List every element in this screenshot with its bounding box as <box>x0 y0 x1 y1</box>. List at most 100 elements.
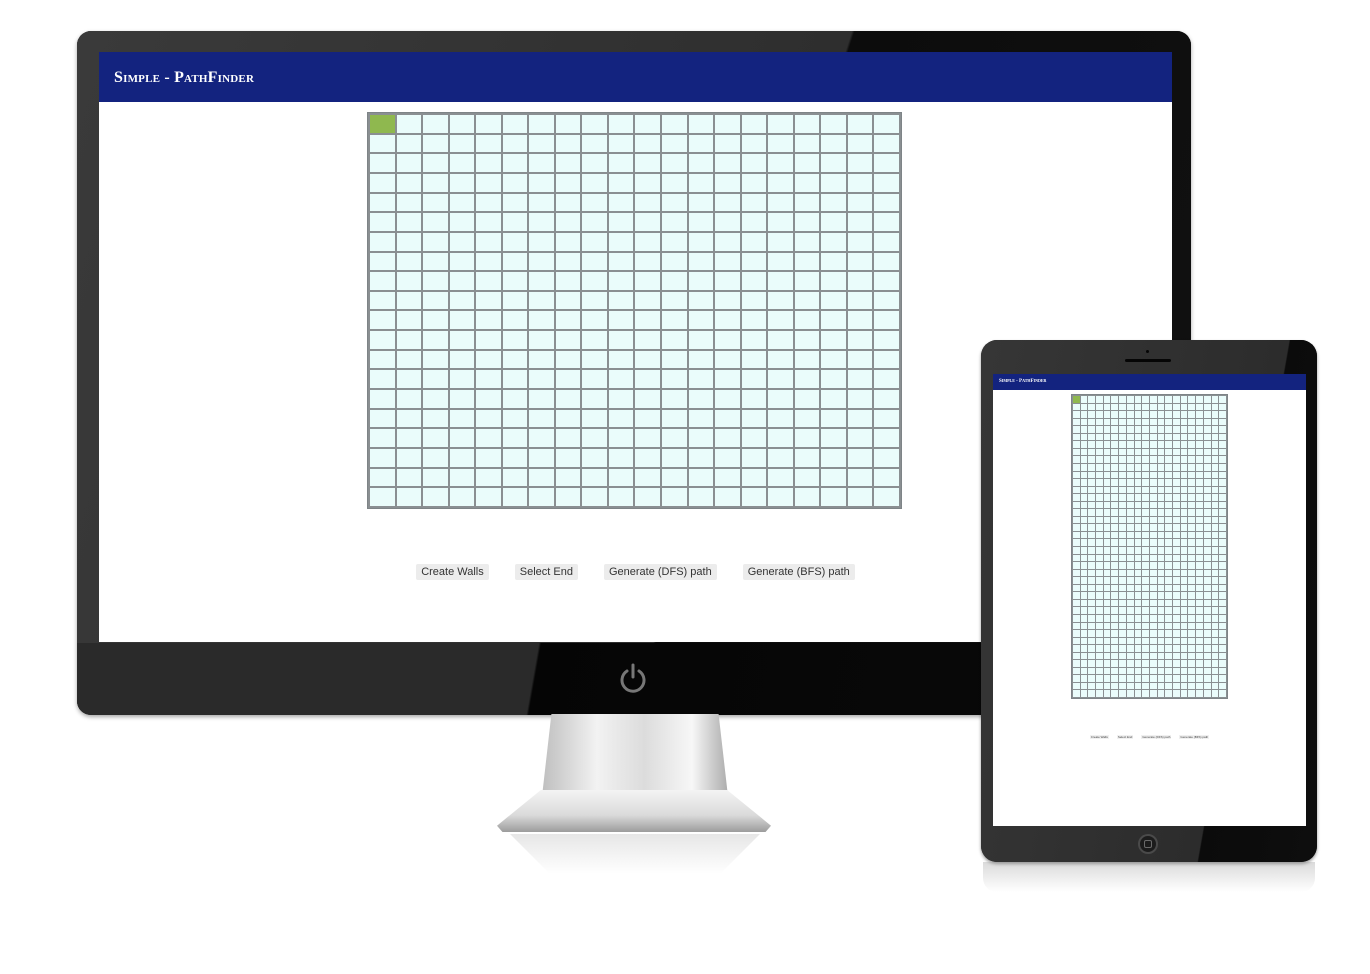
grid-cell[interactable] <box>768 331 793 349</box>
tablet-grid-cell[interactable] <box>1134 614 1142 622</box>
grid-cell[interactable] <box>874 331 899 349</box>
tablet-grid-cell[interactable] <box>1196 690 1203 697</box>
grid-cell[interactable] <box>821 449 846 467</box>
tablet-grid-cell[interactable] <box>1157 667 1165 675</box>
grid-cell[interactable] <box>741 252 767 271</box>
tablet-grid-cell[interactable] <box>1211 411 1219 418</box>
tablet-grid-cell[interactable] <box>1219 675 1226 682</box>
tablet-grid-cell[interactable] <box>1211 396 1219 403</box>
tablet-grid-cell[interactable] <box>1211 486 1219 494</box>
grid-cell[interactable] <box>715 350 740 369</box>
grid-cell[interactable] <box>449 252 475 271</box>
tablet-grid-cell[interactable] <box>1096 448 1103 456</box>
tablet-grid-cell[interactable] <box>1203 660 1211 667</box>
grid-cell[interactable] <box>847 488 873 506</box>
tablet-grid-cell[interactable] <box>1188 637 1196 645</box>
grid-cell[interactable] <box>396 409 422 428</box>
tablet-grid-cell[interactable] <box>1211 516 1219 524</box>
grid-cell[interactable] <box>688 272 714 290</box>
grid-cell[interactable] <box>423 115 448 133</box>
grid-cell[interactable] <box>662 193 687 212</box>
tablet-grid-cell[interactable] <box>1180 630 1188 637</box>
tablet-grid-cell[interactable] <box>1165 652 1173 660</box>
tablet-grid-cell[interactable] <box>1142 547 1149 554</box>
grid-cell[interactable] <box>874 350 899 369</box>
tablet-grid-cell[interactable] <box>1119 577 1126 584</box>
tablet-grid-cell[interactable] <box>1142 501 1149 509</box>
tablet-grid-cell[interactable] <box>1157 592 1165 599</box>
tablet-grid-cell[interactable] <box>1219 509 1226 516</box>
grid-cell[interactable] <box>768 115 793 133</box>
tablet-grid-cell[interactable] <box>1142 494 1149 501</box>
tablet-grid-cell[interactable] <box>1096 660 1103 667</box>
tablet-grid-cell[interactable] <box>1165 607 1173 614</box>
tablet-grid-cell[interactable] <box>1211 547 1219 554</box>
grid-cell[interactable] <box>370 134 395 153</box>
tablet-grid-cell[interactable] <box>1196 403 1203 411</box>
tablet-grid-cell[interactable] <box>1111 637 1119 645</box>
tablet-grid-cell[interactable] <box>1126 584 1134 592</box>
grid-cell[interactable] <box>847 193 873 212</box>
tablet-grid-cell[interactable] <box>1096 396 1103 403</box>
tablet-grid-cell[interactable] <box>1103 539 1111 546</box>
tablet-grid-cell[interactable] <box>1134 607 1142 614</box>
grid-cell[interactable] <box>582 350 607 369</box>
grid-cell[interactable] <box>396 213 422 231</box>
tablet-grid-cell[interactable] <box>1203 682 1211 690</box>
grid-cell[interactable] <box>449 173 475 192</box>
grid-cell[interactable] <box>794 449 820 467</box>
tablet-grid-cell[interactable] <box>1073 607 1080 614</box>
grid-cell[interactable] <box>423 252 448 271</box>
grid-cell[interactable] <box>529 370 554 389</box>
grid-cell[interactable] <box>741 468 767 487</box>
tablet-grid-cell[interactable] <box>1196 607 1203 614</box>
tablet-grid-cell[interactable] <box>1088 652 1096 660</box>
grid-cell[interactable] <box>476 232 501 251</box>
tablet-grid-cell[interactable] <box>1157 562 1165 569</box>
grid-cell[interactable] <box>396 291 422 310</box>
grid-cell[interactable] <box>555 252 581 271</box>
grid-cell[interactable] <box>874 311 899 330</box>
grid-cell[interactable] <box>874 134 899 153</box>
tablet-grid-cell[interactable] <box>1203 433 1211 441</box>
tablet-grid-cell[interactable] <box>1188 652 1196 660</box>
grid-cell[interactable] <box>370 173 395 192</box>
grid-cell[interactable] <box>794 173 820 192</box>
tablet-grid-cell[interactable] <box>1173 547 1180 554</box>
grid-cell[interactable] <box>662 213 687 231</box>
tablet-grid-cell[interactable] <box>1134 645 1142 652</box>
tablet-grid-cell[interactable] <box>1188 690 1196 697</box>
tablet-grid-cell[interactable] <box>1173 652 1180 660</box>
tablet-grid-cell[interactable] <box>1142 660 1149 667</box>
tablet-grid-cell[interactable] <box>1219 652 1226 660</box>
grid-cell[interactable] <box>370 488 395 506</box>
tablet-grid-cell[interactable] <box>1219 441 1226 448</box>
tablet-grid-cell[interactable] <box>1111 411 1119 418</box>
grid-cell[interactable] <box>821 232 846 251</box>
tablet-grid-cell[interactable] <box>1096 554 1103 562</box>
tablet-grid-cell[interactable] <box>1126 652 1134 660</box>
tablet-grid-cell[interactable] <box>1188 645 1196 652</box>
grid-cell[interactable] <box>794 409 820 428</box>
tablet-grid-cell[interactable] <box>1111 418 1119 426</box>
tablet-grid-cell[interactable] <box>1096 622 1103 630</box>
tablet-grid-cell[interactable] <box>1165 524 1173 531</box>
tablet-grid-cell[interactable] <box>1196 599 1203 607</box>
tablet-grid-cell[interactable] <box>1173 524 1180 531</box>
tablet-grid-cell[interactable] <box>1096 524 1103 531</box>
tablet-grid-cell[interactable] <box>1126 607 1134 614</box>
tablet-grid-cell[interactable] <box>1157 569 1165 577</box>
tablet-grid-cell[interactable] <box>1119 562 1126 569</box>
tablet-grid-cell[interactable] <box>1080 463 1088 471</box>
grid-cell[interactable] <box>715 154 740 172</box>
tablet-grid-cell[interactable] <box>1219 456 1226 463</box>
tablet-grid-cell[interactable] <box>1211 463 1219 471</box>
tablet-grid-cell[interactable] <box>1096 592 1103 599</box>
tablet-grid-cell[interactable] <box>1180 637 1188 645</box>
tablet-grid-cell[interactable] <box>1142 584 1149 592</box>
tablet-grid-cell[interactable] <box>1080 637 1088 645</box>
tablet-grid-cell[interactable] <box>1073 418 1080 426</box>
grid-cell[interactable] <box>529 488 554 506</box>
tablet-grid-cell[interactable] <box>1180 660 1188 667</box>
tablet-grid-cell[interactable] <box>1188 592 1196 599</box>
